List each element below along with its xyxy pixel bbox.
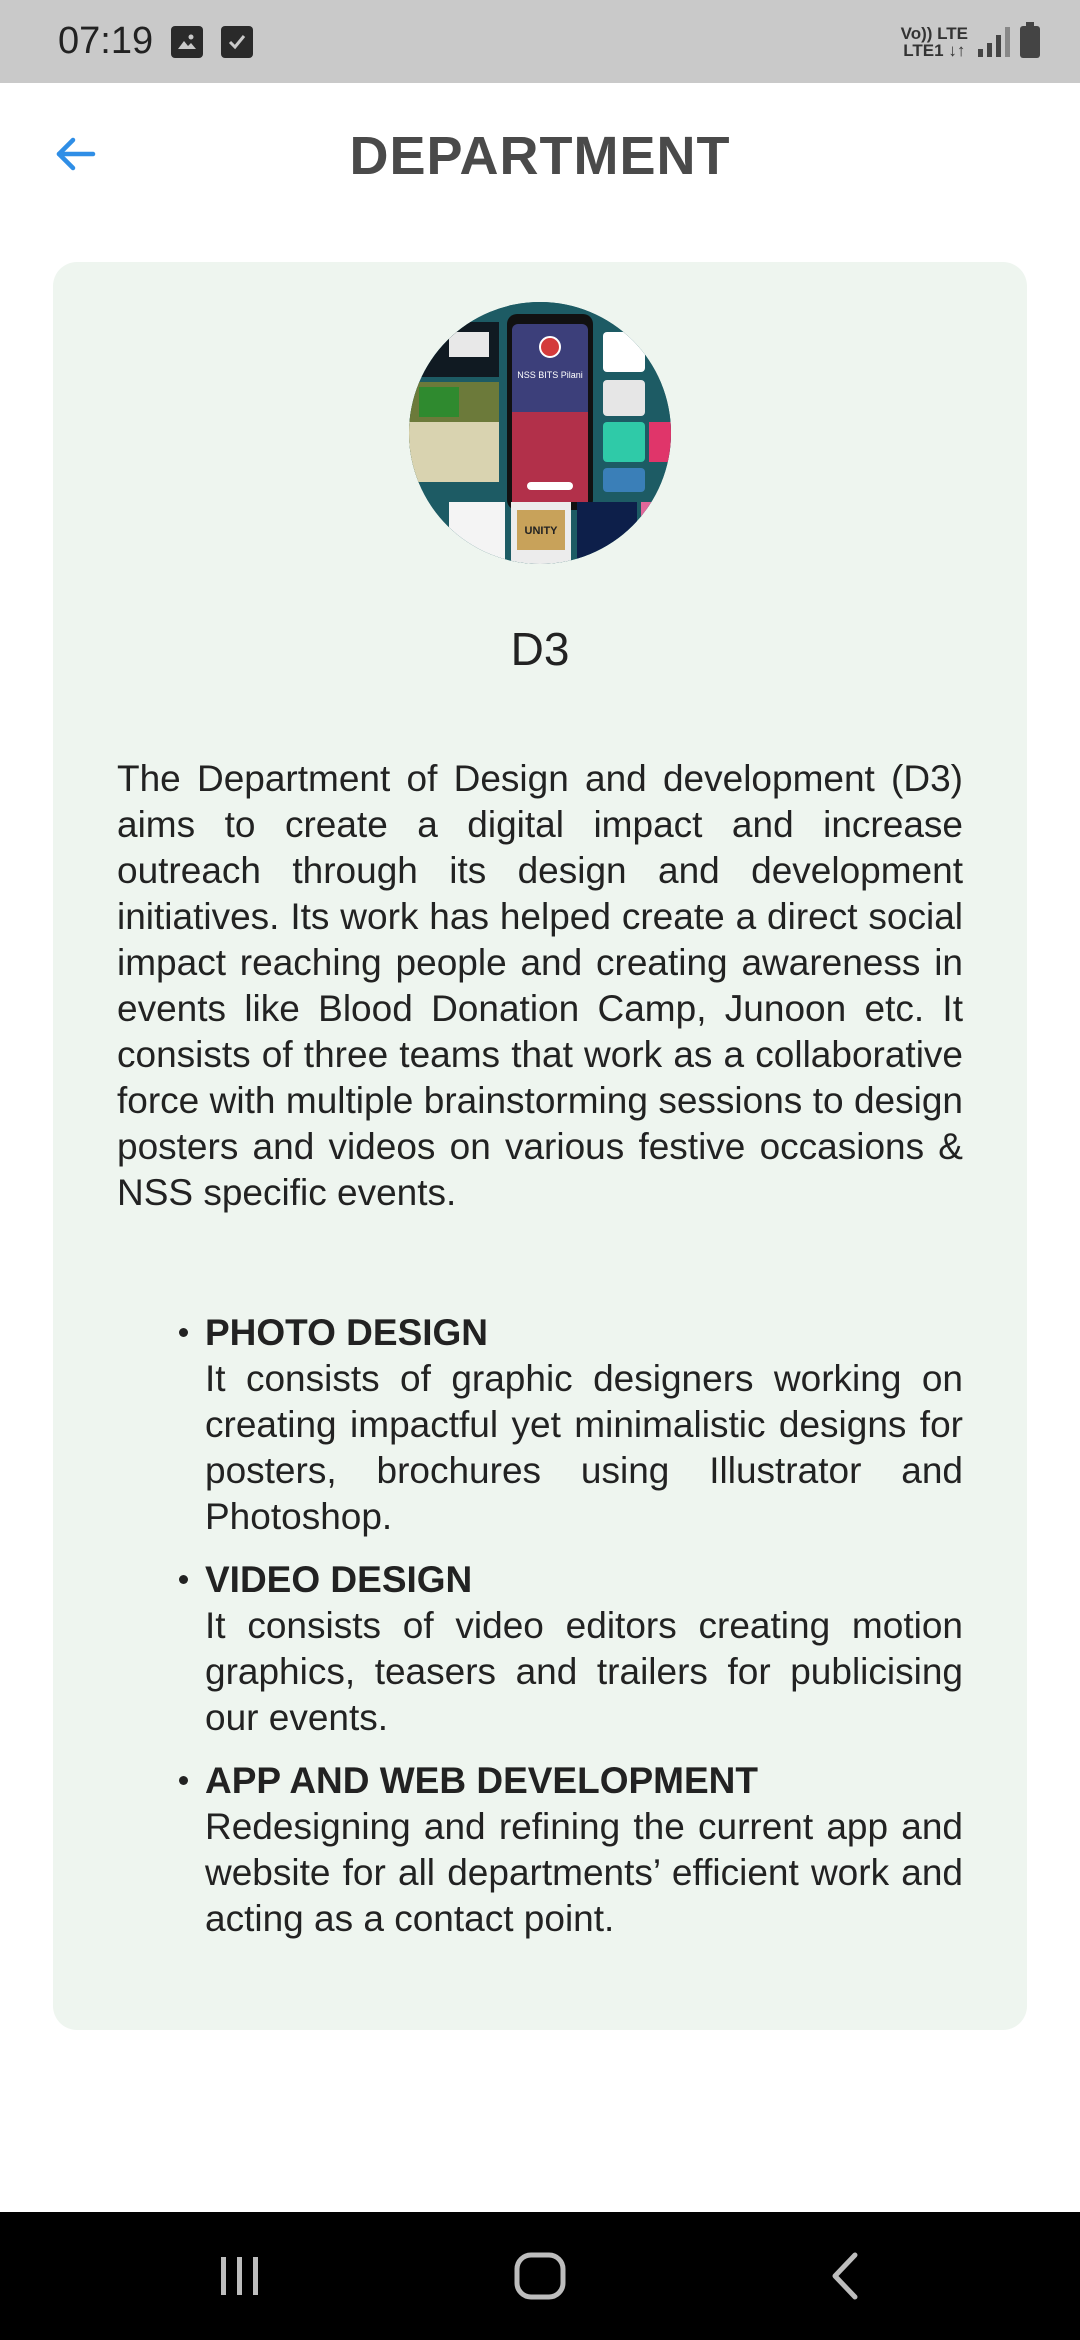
lte-indicator: Vo)) LTE LTE1 ↓↑ [901,25,968,59]
bullet-dot [179,1328,188,1337]
gallery-icon [171,25,204,58]
checkbox-notification-icon [221,25,254,58]
avatar-poster-label: UNITY [525,525,559,537]
signal-strength-icon [978,26,1010,57]
nav-back-button[interactable] [795,2236,895,2316]
status-time: 07:19 [58,20,154,62]
lte-top-label: Vo)) LTE [900,23,968,43]
app-header: DEPARTMENT [0,83,1080,228]
department-name: D3 [510,623,570,675]
system-nav-bar [0,2212,1080,2340]
arrow-left-icon [56,137,96,171]
team-title: PHOTO DESIGN [205,1312,489,1353]
department-avatar: NSS BITS Pilani UNITY [409,302,671,564]
page-title: DEPARTMENT [349,125,731,186]
department-description: The Department of Design and development… [117,758,963,1213]
avatar-phone-label: NSS BITS Pilani [517,370,583,380]
recents-icon [221,2257,258,2295]
back-button[interactable] [40,119,110,189]
home-button[interactable] [490,2236,590,2316]
bullet-dot [179,1575,188,1584]
team-description: It consists of graphic designers working… [205,1358,963,1537]
team-description: Redesigning and refining the current app… [205,1806,963,1939]
team-title: APP AND WEB DEVELOPMENT [205,1760,758,1801]
recents-button[interactable] [190,2236,290,2316]
home-icon [514,2252,566,2300]
back-chevron-icon [832,2252,858,2300]
status-bar: 07:19 Vo)) LTE LTE1 ↓↑ [0,0,1080,83]
list-item: APP AND WEB DEVELOPMENT Redesigning and … [117,1758,963,1942]
status-left: 07:19 [58,20,254,63]
status-right: Vo)) LTE LTE1 ↓↑ [901,21,1040,59]
team-title: VIDEO DESIGN [205,1559,473,1600]
bullet-dot [179,1776,188,1785]
department-screen: 07:19 Vo)) LTE LTE1 ↓↑ DEPARTMENT NSS BI… [0,0,1080,2340]
list-item: VIDEO DESIGN It consists of video editor… [117,1557,963,1741]
list-item: PHOTO DESIGN It consists of graphic desi… [117,1310,963,1540]
team-list: PHOTO DESIGN It consists of graphic desi… [117,1310,963,1959]
battery-icon [1020,21,1040,58]
department-card: NSS BITS Pilani UNITY D3 The Department … [53,262,1027,2030]
team-description: It consists of video editors creating mo… [205,1605,963,1738]
lte-bottom-label: LTE1 ↓↑ [903,40,966,60]
